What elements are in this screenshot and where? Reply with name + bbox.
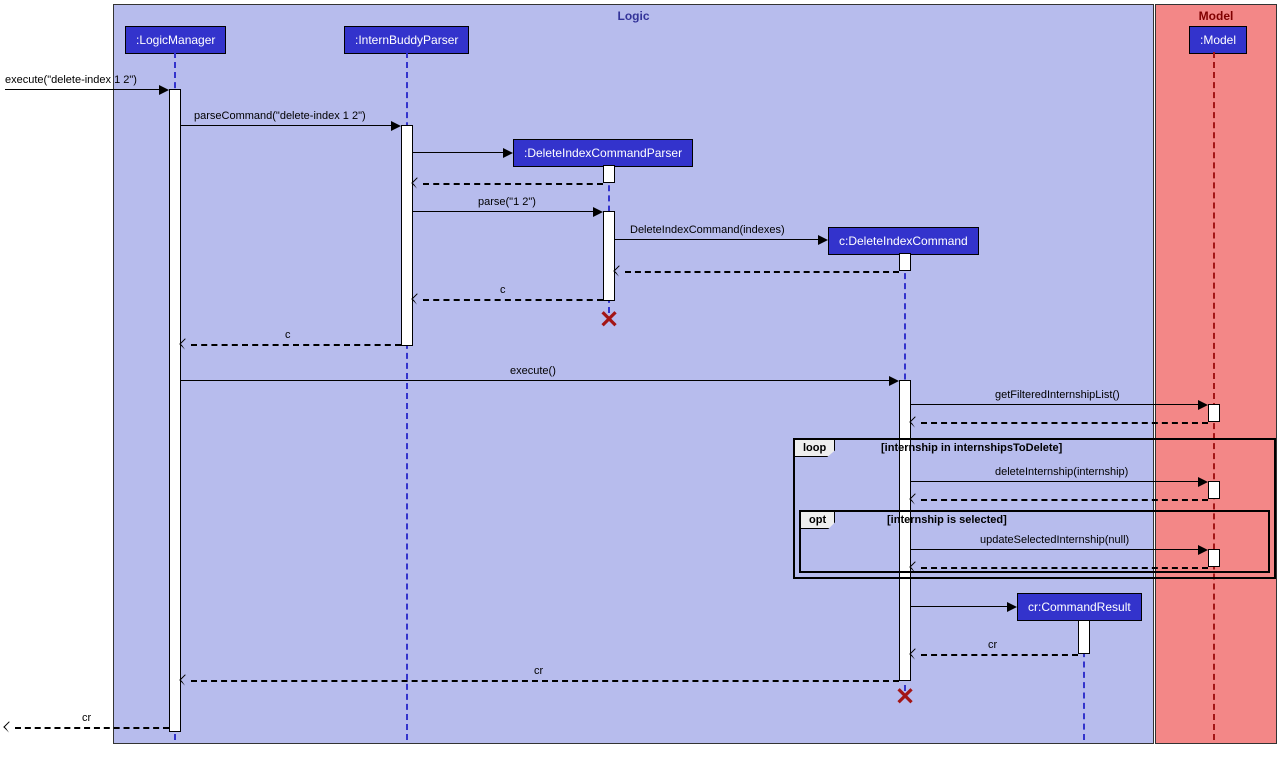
- label-return-cr2: cr: [534, 665, 543, 677]
- label-parse-command: parseCommand("delete-index 1 2"): [194, 110, 366, 122]
- intern-buddy-parser-activation: [401, 125, 413, 346]
- label-delete-internship: deleteInternship(internship): [995, 466, 1128, 478]
- label-parse-args: parse("1 2"): [478, 196, 536, 208]
- opt-label-box: opt: [801, 512, 835, 529]
- delete-index-parser-participant: :DeleteIndexCommandParser: [513, 139, 693, 167]
- model-region-title: Model: [1199, 9, 1234, 23]
- model-participant: :Model: [1189, 26, 1247, 54]
- label-get-filtered: getFilteredInternshipList(): [995, 389, 1120, 401]
- delete-index-parser-destroy: ✕: [599, 306, 619, 335]
- opt-guard: [internship is selected]: [887, 514, 1007, 526]
- command-result-activation: [1078, 620, 1090, 654]
- loop-label-box: loop: [795, 440, 835, 457]
- loop-guard: [internship in internshipsToDelete]: [881, 442, 1062, 454]
- delete-index-parser-activation-1: [603, 165, 615, 183]
- logic-region-title: Logic: [618, 9, 650, 23]
- model-lifeline: [1213, 52, 1215, 740]
- delete-index-command-participant: c:DeleteIndexCommand: [828, 227, 979, 255]
- delete-index-parser-activation-2: [603, 211, 615, 301]
- label-return-cr3: cr: [82, 712, 91, 724]
- label-execute-empty: execute(): [510, 365, 556, 377]
- logic-manager-participant: :LogicManager: [125, 26, 226, 54]
- label-new-dic: DeleteIndexCommand(indexes): [630, 224, 785, 236]
- command-result-participant: cr:CommandResult: [1017, 593, 1142, 621]
- label-execute-cmd: execute("delete-index 1 2"): [5, 74, 137, 86]
- delete-index-command-activation-1: [899, 253, 911, 271]
- intern-buddy-parser-participant: :InternBuddyParser: [344, 26, 469, 54]
- label-return-c2: c: [285, 329, 291, 341]
- label-update-selected: updateSelectedInternship(null): [980, 534, 1129, 546]
- logic-manager-activation: [169, 89, 181, 732]
- model-activation-1: [1208, 404, 1220, 422]
- label-return-cr1: cr: [988, 639, 997, 651]
- label-return-c1: c: [500, 284, 506, 296]
- delete-index-command-destroy: ✕: [895, 683, 915, 712]
- model-region: Model: [1155, 4, 1277, 744]
